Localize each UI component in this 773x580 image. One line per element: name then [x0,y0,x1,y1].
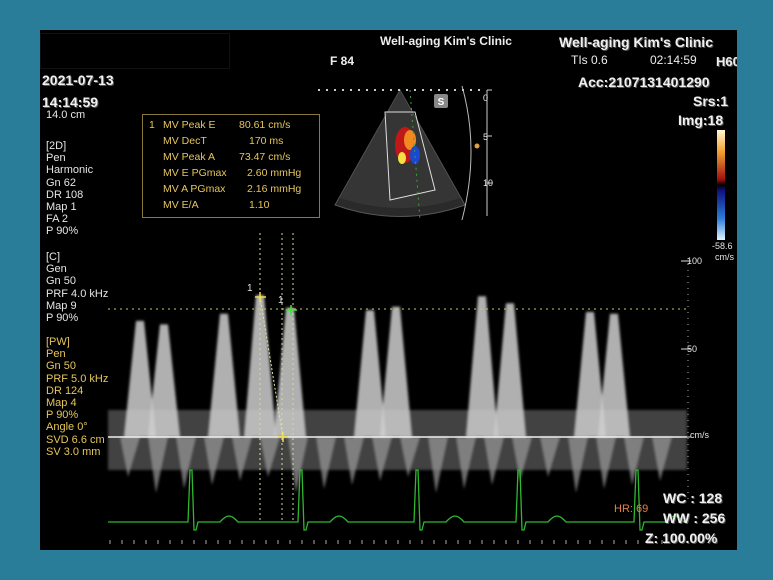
params-2d: [2D] Pen Harmonic Gn 62 DR 108 Map 1 FA 2P 90% [46,140,94,238]
spectral-peak [380,306,412,437]
meas-value-3: 2.60 mmHg [247,167,302,179]
color-scale-value: -58.6 [712,241,733,251]
meas-label-5: MV E/A [163,199,199,211]
frame-rate: F 84 [330,54,355,68]
caliper-label-e: 1 [247,283,253,294]
exam-date: 2021-07-13 [42,72,114,88]
accession-number: Acc:2107131401290 [578,74,710,90]
meas-label-3: MV E PGmax [163,167,227,179]
meas-value-4: 2.16 mmHg [247,183,302,195]
depth-label: 14.0 cm [46,109,86,121]
meas-label-4: MV A PGmax [163,183,226,195]
tis-label: TIs 0.6 [571,53,608,67]
window-center: WC : 128 [663,490,723,506]
meas-label-1: MV DecT [163,135,207,147]
meas-label-0: MV Peak E [163,119,216,131]
meas-value-1: 170 ms [249,135,284,147]
color-scale-unit: cm/s [715,252,734,262]
series-number: Srs:1 [693,93,729,109]
meas-value-0: 80.61 cm/s [239,119,291,131]
spectral-peak [274,307,306,437]
zoom-level: Z: 100.00% [645,530,718,546]
probe-marker-label: S [438,97,445,108]
spectral-peak [208,313,240,437]
exam-time: 14:14:59 [42,94,99,110]
caliper-label-a: 1 [278,295,284,306]
scale-label-50: 50 [687,344,698,354]
doppler-spectrum [108,295,687,493]
depth-tick-5: 5 [483,132,489,142]
sector-image [334,88,466,221]
spectral-peak [598,313,630,437]
color-velocity-bar [717,130,725,240]
depth-tick-0: 0 [483,93,489,103]
heart-rate: HR: 69 [614,503,649,515]
meas-label-2: MV Peak A [163,151,215,163]
clinic-name: Well-aging Kim's Clinic [380,34,512,48]
scale-label-100: 100 [687,256,703,266]
probe-id: H60 [716,54,737,69]
spectral-doppler-display: S [108,85,725,544]
window-width: WW : 256 [663,510,726,526]
clock-time: 02:14:59 [650,53,697,67]
spectral-peak [148,324,180,437]
clinic-name-overlay: Well-aging Kim's Clinic [559,34,713,50]
measurement-panel: 1 MV Peak E 80.61 cm/s MV DecT 170 ms MV… [142,114,320,218]
depth-tick-10: 10 [483,178,494,188]
scale-unit: cm/s [690,430,709,440]
redacted-patient-info [40,33,230,69]
ecg-trace [108,469,686,531]
params-pw: [PW] Pen Gn 50 PRF 5.0 kHz DR 124 Map 4P 90% A… [46,336,109,458]
meas-value-5: 1.10 [249,199,270,211]
ultrasound-screen: S 2021-07-13 14:14:59 14.0 cm Well-aging… [40,30,737,550]
spectral-peak [354,310,386,437]
time-scale [109,540,675,544]
spectral-peak [494,303,526,437]
image-number: Img:18 [678,112,724,128]
meas-index: 1 [149,119,155,131]
meas-value-2: 73.47 cm/s [239,151,291,163]
spectral-peak [466,296,498,437]
params-color: [C] Gen Gn 50 PRF 4.0 kHz Map 9P 90% [46,251,109,325]
